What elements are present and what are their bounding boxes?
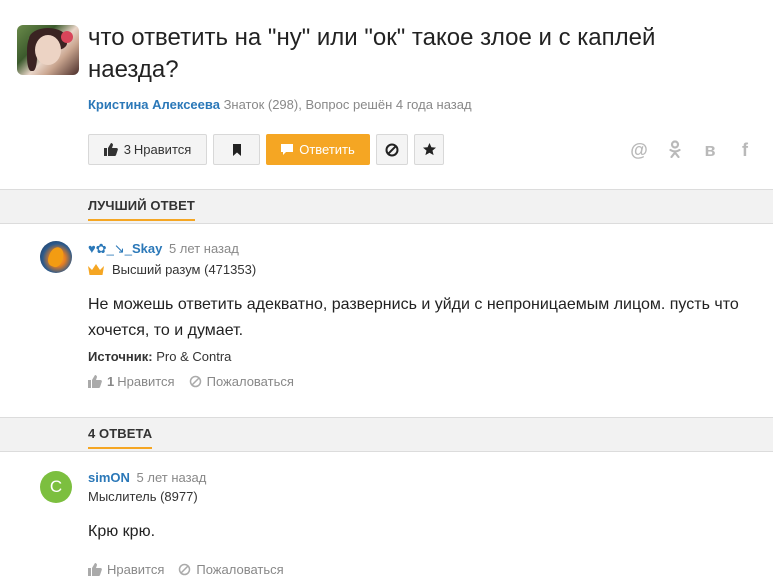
thumbs-up-icon [88,375,102,388]
question-meta-text: Знаток (298), Вопрос решён 4 года назад [223,97,472,112]
answer-text: Не можешь ответить адекватно, развернись… [88,296,739,339]
answer-report-button[interactable]: Пожаловаться [189,374,294,389]
answer-source: Источник: Pro & Contra [88,349,231,364]
answer-report-button[interactable]: Пожаловаться [178,562,284,577]
block-button[interactable] [376,134,408,165]
share-ok-icon[interactable] [666,140,684,160]
block-icon [179,563,191,576]
answer-report-label: Пожаловаться [206,374,294,389]
share-mail-icon[interactable]: @ [630,140,648,160]
comment-icon [281,144,294,155]
crown-icon [88,264,104,275]
answer-item: С simON 5 лет назад Мыслитель (8977) Крю… [0,452,773,585]
answers-header: 4 ОТВЕТА [0,417,773,452]
source-value: Pro & Contra [156,349,232,364]
author-decoration: ♥✿_↘_ [88,241,132,256]
thumbs-up-icon [88,563,102,576]
answer-time: 5 лет назад [168,241,239,256]
answer-like-button[interactable]: Нравится [88,562,164,577]
answer-text: Крю крю. [88,523,156,540]
author-avatar[interactable] [17,25,79,75]
answer-rank: Высший разум (471353) [88,262,256,277]
answer-like-count: 1 [107,374,115,389]
star-icon [422,143,436,156]
answer-author-avatar[interactable]: С [40,471,72,503]
question-author-link[interactable]: Кристина Алексеева [88,97,220,112]
favorite-button[interactable] [414,134,444,165]
like-button[interactable]: 3 Нравится [88,134,207,165]
answer-actions: Нравится Пожаловаться [88,562,298,577]
best-answer-label: ЛУЧШИЙ ОТВЕТ [88,198,195,221]
thumbs-up-icon [103,143,118,156]
source-label: Источник: [88,349,153,364]
answers-count-label: 4 ОТВЕТА [88,426,153,449]
block-icon [189,375,201,388]
answer-author-name: Skay [131,241,163,256]
like-count: 3 [123,142,131,157]
answer-label: Ответить [299,142,355,157]
like-label: Нравится [133,142,192,157]
share-vk-icon[interactable]: в [701,140,719,160]
answer-rank: Мыслитель (8977) [88,489,198,504]
answer-author[interactable]: ♥✿_↘_Skay 5 лет назад [88,241,239,257]
answer-time: 5 лет назад [136,470,207,485]
answer-author-name: simON [88,470,130,485]
answer-like-label: Нравится [117,374,175,389]
answer-author-avatar[interactable] [40,241,72,273]
bookmark-icon [232,143,241,156]
bookmark-button[interactable] [213,134,260,165]
answer-like-button[interactable]: 1 Нравится [88,374,175,389]
answer-report-label: Пожаловаться [196,562,284,577]
best-answer: ♥✿_↘_Skay 5 лет назад Высший разум (4713… [0,224,773,417]
answer-actions: 1 Нравится Пожаловаться [88,374,308,389]
answer-rank-text: Высший разум (471353) [112,262,257,277]
best-answer-header: ЛУЧШИЙ ОТВЕТ [0,189,773,224]
answer-author[interactable]: simON 5 лет назад [88,470,206,485]
answer-like-label: Нравится [107,562,165,577]
block-icon [385,143,399,156]
question-title: что ответить на "ну" или "ок" такое злое… [88,24,656,83]
question-block: что ответить на "ну" или "ок" такое злое… [0,0,773,190]
share-facebook-icon[interactable]: f [736,140,754,160]
answer-rank-text: Мыслитель (8977) [88,489,198,504]
question-meta: Кристина Алексеева Знаток (298), Вопрос … [88,97,472,112]
answer-button[interactable]: Ответить [266,134,370,165]
odnoklassniki-icon [669,140,681,159]
